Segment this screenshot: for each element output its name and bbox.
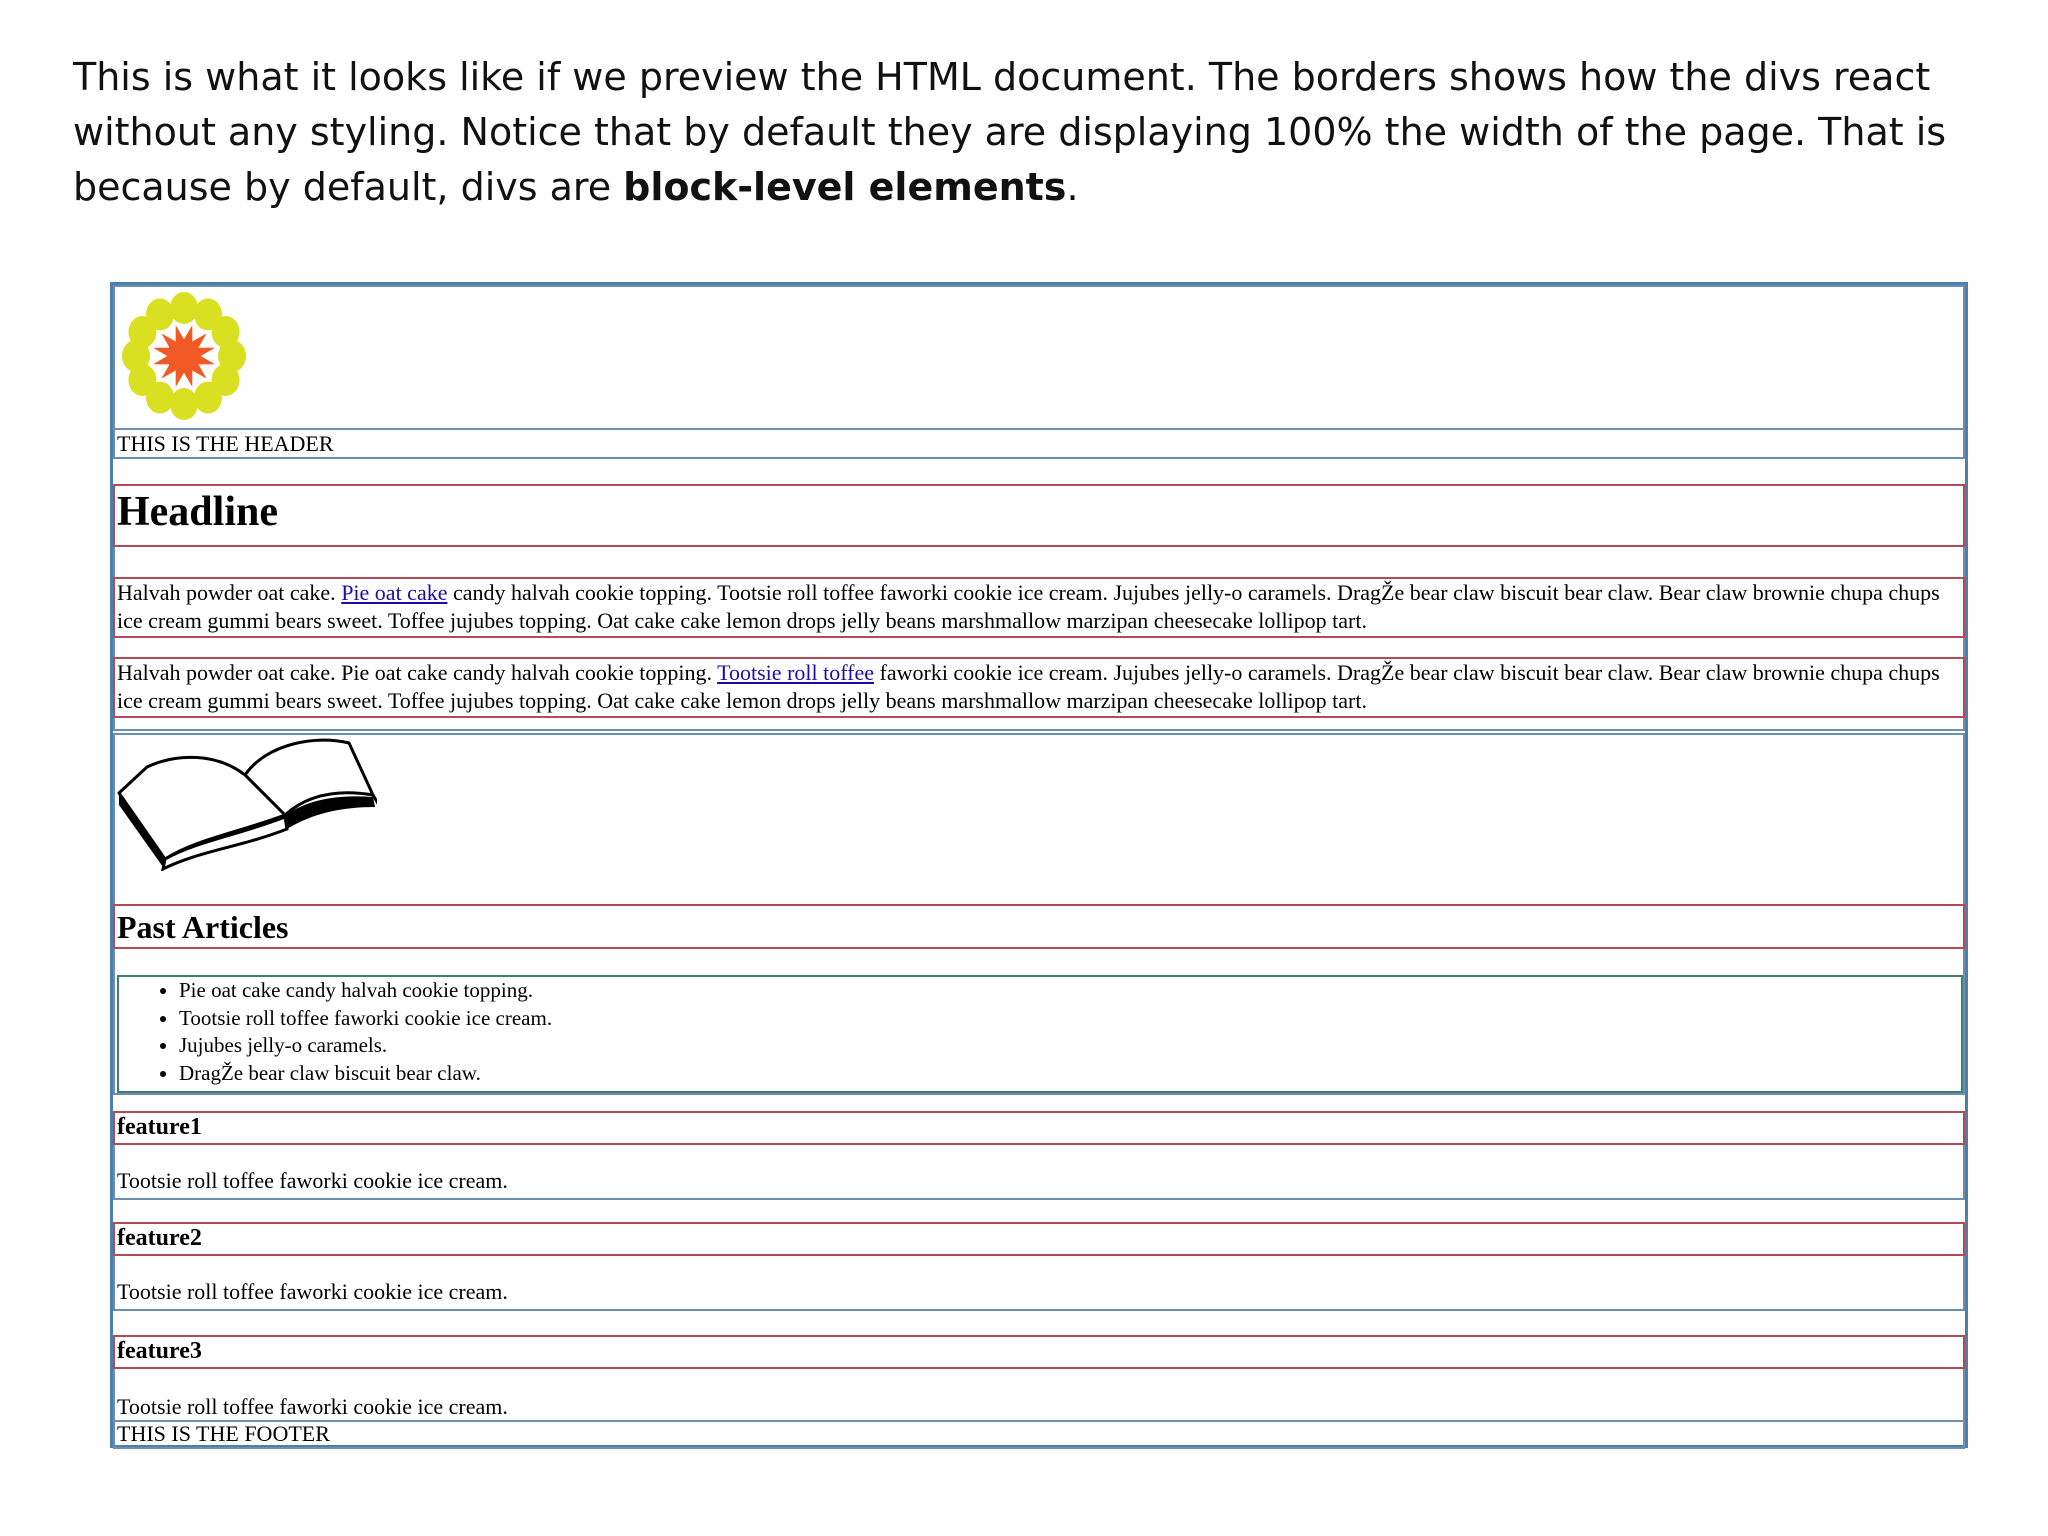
feature3-text: Tootsie roll toffee faworki cookie ice c… — [117, 1394, 508, 1419]
paragraph-1-start: Halvah powder oat cake. — [117, 580, 342, 605]
list-item: Tootsie roll toffee faworki cookie ice c… — [179, 1005, 1961, 1033]
headline: Headline — [117, 489, 279, 535]
sidebar-div: Past Articles Pie oat cake candy halvah … — [113, 733, 1965, 1095]
feature1-heading-div: feature1 — [113, 1111, 1965, 1145]
header-text: THIS IS THE HEADER — [117, 431, 334, 456]
flower-logo-icon — [117, 289, 251, 423]
list-item: Pie oat cake candy halvah cookie topping… — [179, 977, 1961, 1005]
header-div: THIS IS THE HEADER — [113, 285, 1965, 459]
open-book-icon — [117, 735, 381, 872]
logo-petal — [170, 292, 198, 324]
footer-div: THIS IS THE FOOTER — [113, 1420, 1965, 1449]
list-item: Jujubes jelly-o caramels. — [179, 1032, 1961, 1060]
paragraph-2-start: Halvah powder oat cake. Pie oat cake can… — [117, 660, 718, 685]
logo-ray — [192, 347, 215, 360]
logo-petal — [170, 388, 198, 420]
caption-part2: . — [1066, 165, 1079, 209]
paragraph-div-2: Halvah powder oat cake. Pie oat cake can… — [113, 657, 1965, 718]
main-content-div: Headline Halvah powder oat cake. Pie oat… — [113, 484, 1965, 731]
caption-bold: block-level elements — [623, 165, 1067, 209]
caption-text: This is what it looks like if we preview… — [73, 50, 1973, 215]
footer-text: THIS IS THE FOOTER — [117, 1421, 330, 1446]
feature3-div: feature3 Tootsie roll toffee faworki coo… — [113, 1335, 1965, 1422]
paragraph-1: Halvah powder oat cake. Pie oat cake can… — [115, 579, 1963, 635]
feature1-div: feature1 Tootsie roll toffee faworki coo… — [113, 1111, 1965, 1200]
logo-petal — [146, 298, 174, 331]
paragraph-div-1: Halvah powder oat cake. Pie oat cake can… — [113, 577, 1965, 638]
pie-oat-cake-link[interactable]: Pie oat cake — [341, 580, 447, 605]
past-articles-heading-div: Past Articles — [113, 904, 1965, 949]
feature3-heading-div: feature3 — [113, 1335, 1965, 1369]
feature2-heading-div: feature2 — [113, 1222, 1965, 1256]
page-preview: THIS IS THE HEADER Headline Halvah powde… — [110, 282, 1968, 1449]
logo-center — [173, 345, 195, 367]
feature2-text: Tootsie roll toffee faworki cookie ice c… — [117, 1279, 508, 1304]
past-articles-heading: Past Articles — [117, 909, 289, 945]
feature1-heading: feature1 — [117, 1114, 202, 1140]
article-list: Pie oat cake candy halvah cookie topping… — [119, 977, 1961, 1087]
list-item: DragŽe bear claw biscuit bear claw. — [179, 1060, 1961, 1088]
feature3-heading: feature3 — [117, 1338, 202, 1364]
header-text-div: THIS IS THE HEADER — [113, 428, 1965, 459]
tootsie-roll-toffee-link[interactable]: Tootsie roll toffee — [717, 660, 874, 685]
article-list-div: Pie oat cake candy halvah cookie topping… — [117, 975, 1963, 1093]
logo-petal — [194, 381, 222, 414]
feature1-text: Tootsie roll toffee faworki cookie ice c… — [117, 1168, 508, 1193]
paragraph-2: Halvah powder oat cake. Pie oat cake can… — [115, 659, 1963, 715]
headline-div: Headline — [113, 484, 1965, 547]
logo-petal — [211, 316, 240, 348]
feature2-div: feature2 Tootsie roll toffee faworki coo… — [113, 1222, 1965, 1311]
feature2-heading: feature2 — [117, 1225, 202, 1251]
